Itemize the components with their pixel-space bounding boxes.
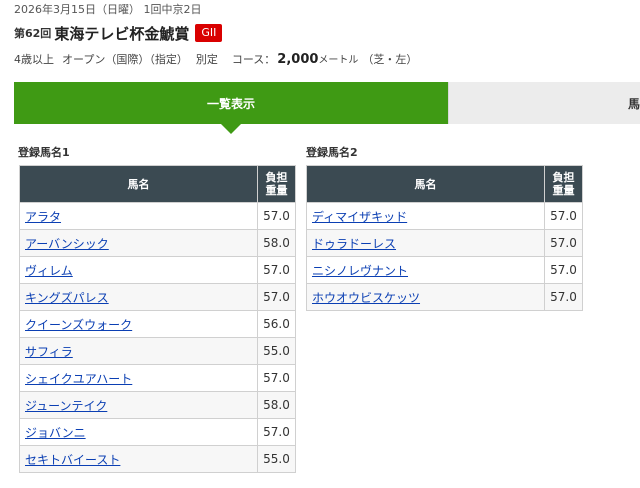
race-date: 2026年3月15日（日曜） 1回中京2日 <box>14 3 202 16</box>
horse-name-cell: シェイクユアハート <box>19 364 258 392</box>
weight-cell: 55.0 <box>257 337 296 365</box>
horse-name-cell: ドゥラドーレス <box>306 229 545 257</box>
view-tab-bar: 一覧表示 馬 <box>14 82 640 134</box>
col-weight: 負担重量 <box>257 165 296 203</box>
entries-table-1: 馬名 負担重量 アラタ 57.0 アーバンシック 58.0 ヴィレム 57.0 キングズパレ… <box>19 165 296 473</box>
weight-cell: 57.0 <box>257 418 296 446</box>
race-class-condition: オープン（国際）（指定） <box>62 53 188 66</box>
weight-cell: 58.0 <box>257 229 296 257</box>
horse-name-cell: ニシノレヴナント <box>306 256 545 284</box>
race-age-condition: 4歳以上 <box>14 53 54 66</box>
table-row: ヴィレム 57.0 <box>19 256 296 284</box>
race-weight-condition: 別定 <box>195 53 218 66</box>
horse-name-link[interactable]: クイーンズウォーク <box>25 318 132 332</box>
entries-table-2: 馬名 負担重量 ディマイザキッド 57.0 ドゥラドーレス 57.0 ニシノレヴナント 5… <box>306 165 583 311</box>
horse-name-link[interactable]: サフィラ <box>25 345 73 359</box>
table-row: ジョバンニ 57.0 <box>19 418 296 446</box>
table-row: アラタ 57.0 <box>19 202 296 230</box>
weight-cell: 57.0 <box>257 364 296 392</box>
horse-name-cell: ヴィレム <box>19 256 258 284</box>
horse-name-link[interactable]: キングズパレス <box>25 291 109 305</box>
course-label: コース： <box>231 53 276 66</box>
horse-name-link[interactable]: セキトバイースト <box>25 453 120 467</box>
table-header-row: 馬名 負担重量 <box>306 165 583 203</box>
horse-name-cell: アーバンシック <box>19 229 258 257</box>
horse-name-link[interactable]: ディマイザキッド <box>312 210 407 224</box>
course-distance: 2,000 <box>277 52 319 67</box>
table-row: ホウオウビスケッツ 57.0 <box>306 283 583 311</box>
horse-name-cell: キングズパレス <box>19 283 258 311</box>
table-row: サフィラ 55.0 <box>19 337 296 365</box>
horse-name-link[interactable]: アーバンシック <box>25 237 109 251</box>
weight-cell: 58.0 <box>257 391 296 419</box>
group1-heading: 登録馬名1 <box>18 146 70 159</box>
weight-cell: 57.0 <box>257 202 296 230</box>
race-number: 第62回 <box>14 27 52 40</box>
horse-name-cell: サフィラ <box>19 337 258 365</box>
race-conditions: 4歳以上 オープン（国際）（指定） 別定 コース： 2,000 メートル （芝・… <box>14 51 425 67</box>
horse-name-cell: アラタ <box>19 202 258 230</box>
horse-name-link[interactable]: ニシノレヴナント <box>312 264 408 278</box>
col-weight-label: 負担重量 <box>552 171 575 197</box>
horse-name-link[interactable]: ドゥラドーレス <box>312 237 396 251</box>
horse-name-link[interactable]: アラタ <box>25 210 61 224</box>
race-title-row: 第62回 東海テレビ杯金鯱賞 GII <box>14 22 223 44</box>
weight-cell: 57.0 <box>544 283 583 311</box>
distance-unit: メートル <box>318 55 359 66</box>
race-name: 東海テレビ杯金鯱賞 <box>54 24 190 43</box>
horse-name-cell: ジューンテイク <box>19 391 258 419</box>
table-row: キングズパレス 57.0 <box>19 283 296 311</box>
horse-name-cell: ディマイザキッド <box>306 202 545 230</box>
weight-cell: 56.0 <box>257 310 296 338</box>
horse-name-cell: セキトバイースト <box>19 445 258 473</box>
horse-name-link[interactable]: シェイクユアハート <box>25 372 132 386</box>
weight-cell: 57.0 <box>257 256 296 284</box>
course-surface: （芝・左） <box>362 53 418 66</box>
weight-cell: 57.0 <box>544 256 583 284</box>
col-weight-label: 負担重量 <box>265 171 288 197</box>
horse-name-link[interactable]: ジューンテイク <box>25 399 107 413</box>
table-row: シェイクユアハート 57.0 <box>19 364 296 392</box>
col-horse-name: 馬名 <box>19 165 258 203</box>
col-horse-name: 馬名 <box>306 165 545 203</box>
horse-name-cell: ホウオウビスケッツ <box>306 283 545 311</box>
weight-cell: 57.0 <box>257 283 296 311</box>
tab-list-view[interactable]: 一覧表示 <box>14 82 448 134</box>
horse-name-cell: クイーンズウォーク <box>19 310 258 338</box>
grade-badge: GII <box>195 24 223 42</box>
horse-name-cell: ジョバンニ <box>19 418 258 446</box>
horse-name-link[interactable]: ジョバンニ <box>25 426 86 440</box>
tab-horse-view[interactable]: 馬 <box>448 82 640 124</box>
horse-name-link[interactable]: ヴィレム <box>25 264 73 278</box>
col-weight: 負担重量 <box>544 165 583 203</box>
table-row: ニシノレヴナント 57.0 <box>306 256 583 284</box>
table-row: ジューンテイク 58.0 <box>19 391 296 419</box>
weight-cell: 57.0 <box>544 229 583 257</box>
table-row: クイーンズウォーク 56.0 <box>19 310 296 338</box>
horse-name-link[interactable]: ホウオウビスケッツ <box>312 291 420 305</box>
group2-heading: 登録馬名2 <box>306 146 358 159</box>
table-row: アーバンシック 58.0 <box>19 229 296 257</box>
table-row: ディマイザキッド 57.0 <box>306 202 583 230</box>
weight-cell: 57.0 <box>544 202 583 230</box>
table-row: ドゥラドーレス 57.0 <box>306 229 583 257</box>
weight-cell: 55.0 <box>257 445 296 473</box>
table-header-row: 馬名 負担重量 <box>19 165 296 203</box>
table-row: セキトバイースト 55.0 <box>19 445 296 473</box>
